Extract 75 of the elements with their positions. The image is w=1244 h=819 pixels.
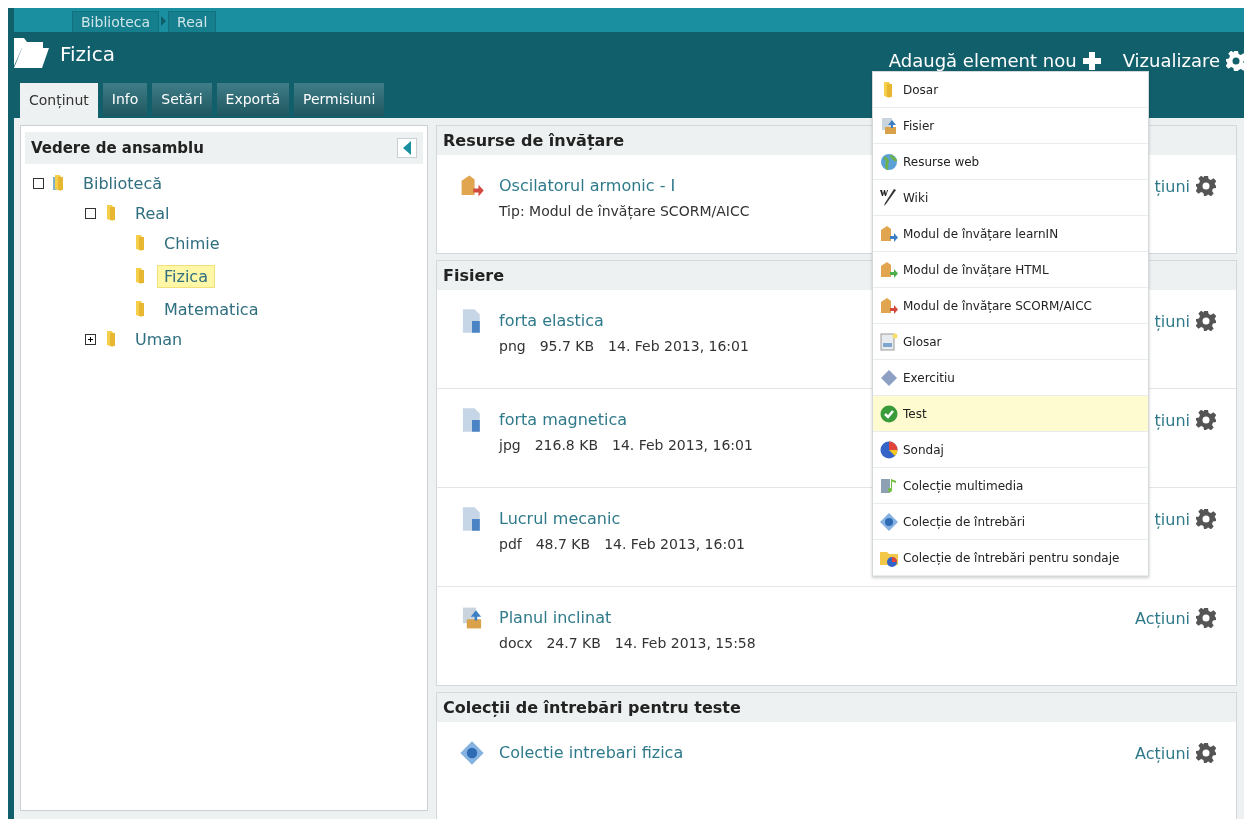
menu-item[interactable]: Colecție de întrebări pentru sondaje [873,540,1148,576]
section-title: Colecții de întrebări pentru teste [437,693,1236,722]
checkmark-icon [879,403,899,424]
gear-icon [1196,743,1216,763]
tab[interactable]: Permisiuni [293,83,385,116]
collapse-panel-button[interactable] [397,138,417,158]
tree-item[interactable]: Matematica [157,297,266,321]
tab[interactable]: Info [102,83,148,116]
tree-item[interactable]: Fizica [157,264,215,288]
file-box-icon [879,115,899,136]
menu-item[interactable]: Sondaj [873,432,1148,468]
item-type: Tip: Modul de învățare SCORM/AICC [499,203,751,219]
file-meta: 95.7 KB [539,338,595,354]
file-meta: 14. Feb 2013, 15:58 [614,635,756,651]
actions-button[interactable]: Acțiuni [1135,743,1216,763]
expand-toggle[interactable] [85,333,96,345]
menu-item[interactable]: Modul de învățare HTML [873,252,1148,288]
breadcrumb-link[interactable]: Real [168,11,217,32]
file-meta: 48.7 KB [535,536,591,552]
file-meta: 14. Feb 2013, 16:01 [608,338,749,354]
package-icon [879,295,899,316]
actions-button[interactable]: țiuni [1154,509,1216,529]
view-button[interactable]: Vizualizare [1122,50,1244,71]
collapse-toggle[interactable] [33,177,44,189]
actions-button[interactable]: țiuni [1154,410,1216,430]
file-meta: 24.7 KB [546,635,601,651]
actions-button[interactable]: Acțiuni [1135,608,1216,628]
glossary-book-icon [879,331,899,352]
package-icon [879,223,899,244]
file-meta: jpg [499,437,521,453]
menu-item[interactable]: Test [873,396,1148,432]
panel-title: Vedere de ansamblu [31,139,204,157]
gear-icon [1196,311,1216,331]
file-meta: docx [499,635,533,651]
gear-icon [1196,410,1216,430]
menu-item[interactable]: Wiki [873,180,1148,216]
breadcrumb-link[interactable]: Biblioteca [72,11,160,32]
menu-item[interactable]: Colecție de întrebări [873,504,1148,540]
file-meta: 14. Feb 2013, 16:01 [604,536,745,552]
diamond-icon [879,367,899,388]
file-meta: 216.8 KB [534,437,598,453]
tree-item[interactable]: Real [128,201,177,225]
tree-item[interactable]: Bibliotecă [76,171,169,195]
item-link[interactable]: Colectie intrebari fizica [499,743,1122,762]
add-element-button[interactable]: Adaugă element nou [888,50,1101,71]
gear-icon [1196,176,1216,196]
menu-item[interactable]: Modul de învățare SCORM/AICC [873,288,1148,324]
item-link[interactable]: Planul inclinat [499,608,1122,627]
actions-button[interactable]: țiuni [1154,176,1216,196]
gear-icon [1196,509,1216,529]
menu-item[interactable]: Colecție multimedia [873,468,1148,504]
globe-icon [879,151,899,172]
tree-item[interactable]: Uman [128,327,190,351]
file-meta: pdf [499,536,522,552]
pie-chart-icon [879,439,899,460]
collapse-toggle[interactable] [85,207,96,219]
menu-item[interactable]: Dosar [873,72,1148,108]
tree-item[interactable]: Chimie [157,231,227,255]
left-triangle-icon [403,141,411,155]
file-meta: png [499,338,526,354]
tab[interactable]: Conținut [20,83,98,118]
tab[interactable]: Setări [152,83,212,116]
gear-icon [1196,608,1216,628]
menu-item[interactable]: Modul de învățare learnIN [873,216,1148,252]
pen-icon [879,187,899,208]
package-icon [879,259,899,280]
page-title: Fizica [60,42,115,66]
tab[interactable]: Exportă [216,83,289,116]
menu-item[interactable]: Glosar [873,324,1148,360]
question-diamond-icon [879,511,899,532]
menu-item[interactable]: Resurse web [873,144,1148,180]
actions-button[interactable]: țiuni [1154,311,1216,331]
question-diamond-icon [459,740,485,766]
menu-item[interactable]: Fisier [873,108,1148,144]
file-meta: 14. Feb 2013, 16:01 [612,437,753,453]
